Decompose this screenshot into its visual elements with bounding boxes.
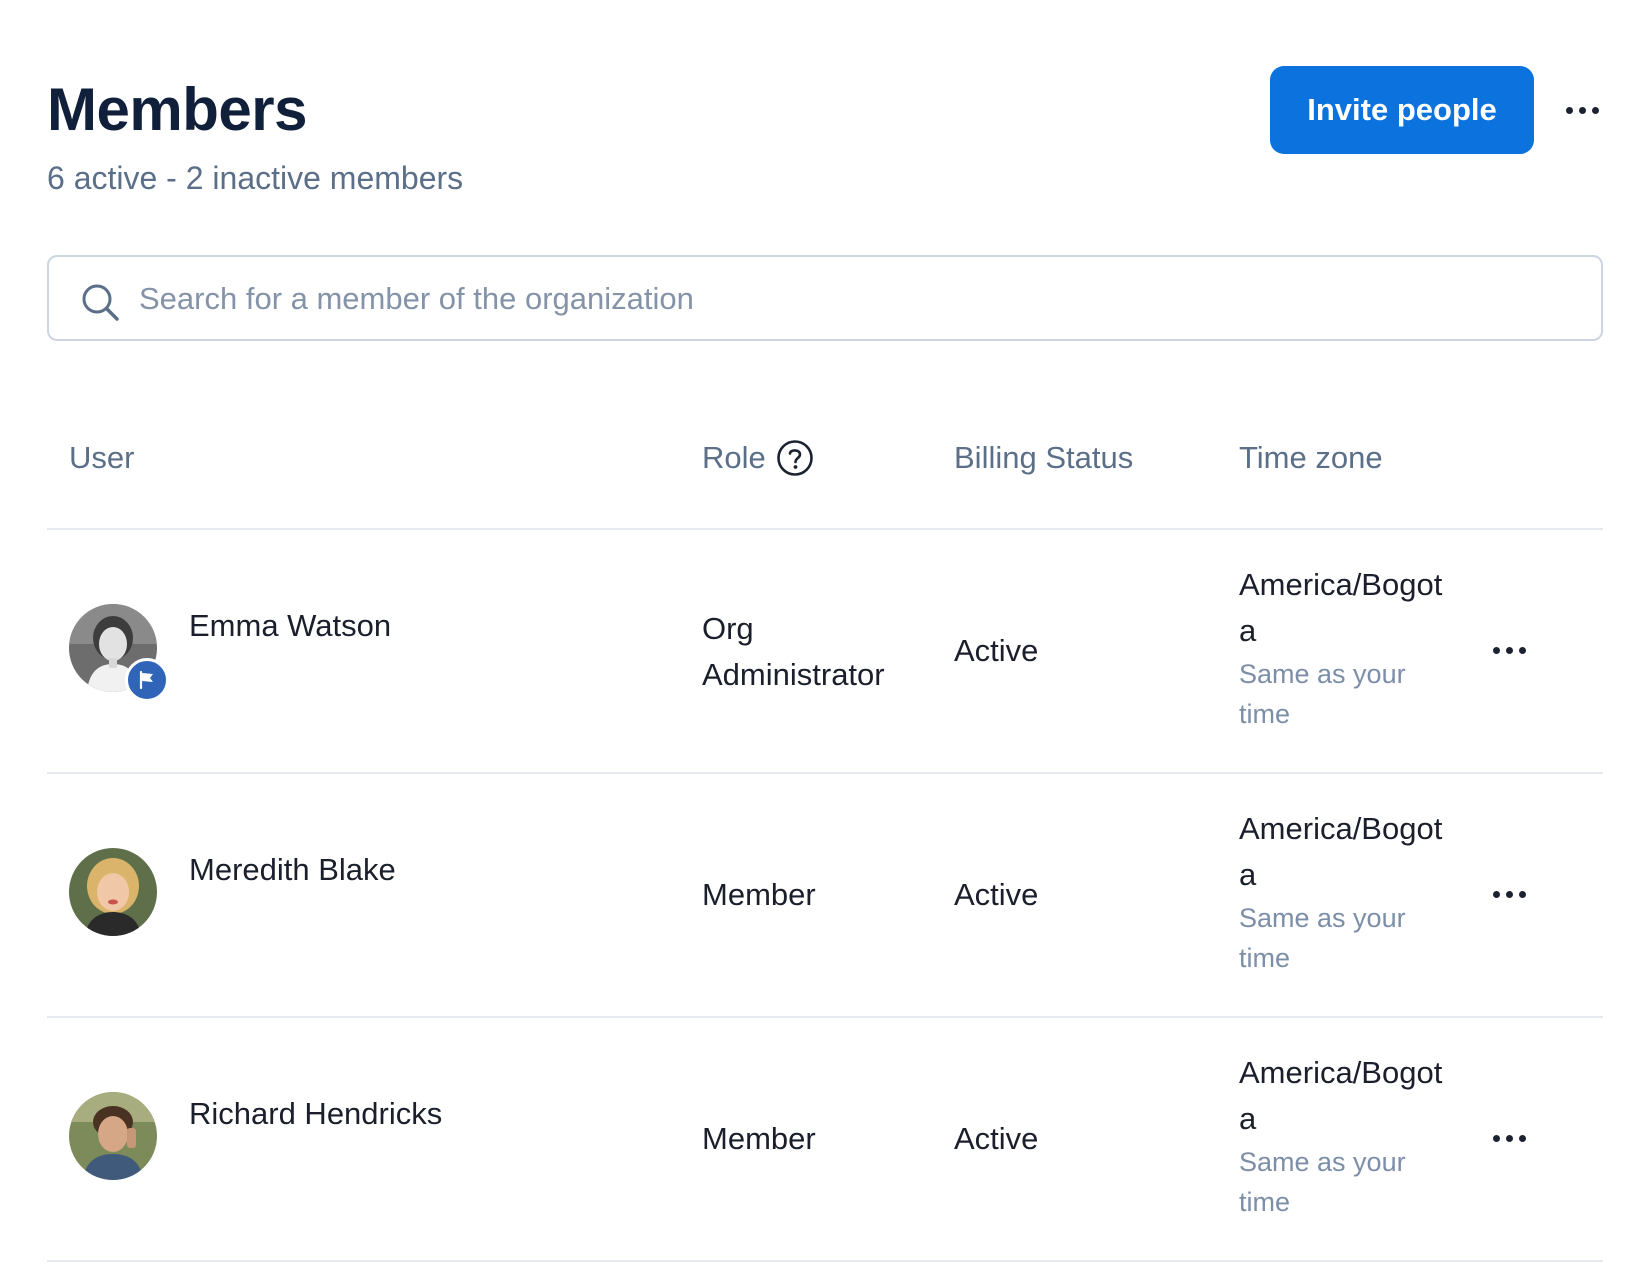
role-cell: Member — [702, 877, 816, 912]
time-zone-cell: America/Bogota Same as your time — [1239, 562, 1454, 734]
search-input[interactable] — [137, 267, 1581, 331]
member-count-summary: 6 active - 2 inactive members — [47, 160, 464, 196]
column-header-role: Role — [702, 438, 814, 478]
row-actions-icon[interactable] — [1484, 1118, 1534, 1158]
flag-icon — [125, 658, 169, 702]
role-cell: Org Administrator — [702, 611, 885, 692]
table-row[interactable]: Meredith Blake Member Active America/Bog… — [47, 774, 1603, 1018]
page-title: Members — [47, 76, 307, 143]
time-zone-note: Same as your time — [1239, 1147, 1406, 1217]
search-icon — [81, 283, 121, 323]
avatar — [69, 1092, 157, 1180]
time-zone-note: Same as your time — [1239, 659, 1406, 729]
billing-status-cell: Active — [954, 633, 1039, 668]
billing-status-cell: Active — [954, 877, 1039, 912]
page-header: Members 6 active - 2 inactive members In… — [47, 60, 1602, 210]
time-zone-cell: America/Bogota Same as your time — [1239, 806, 1454, 978]
search-box[interactable] — [47, 255, 1603, 341]
role-cell: Member — [702, 1121, 816, 1156]
row-actions-icon[interactable] — [1484, 630, 1534, 670]
time-zone-name: America/Bogota — [1239, 811, 1443, 892]
question-circle-icon[interactable] — [776, 439, 814, 477]
more-options-icon[interactable] — [1557, 88, 1607, 132]
column-header-user: User — [69, 440, 135, 475]
user-name: Emma Watson — [189, 608, 392, 643]
table-row[interactable]: Richard Hendricks Member Active America/… — [47, 1018, 1603, 1262]
avatar — [69, 848, 157, 936]
time-zone-name: America/Bogota — [1239, 567, 1443, 648]
table-row[interactable]: Emma Watson Org Administrator Active Ame… — [47, 530, 1603, 774]
column-header-time-zone: Time zone — [1239, 440, 1383, 475]
table-header: User Role Billing Status Time zone — [47, 400, 1603, 530]
invite-people-button[interactable]: Invite people — [1270, 66, 1534, 154]
time-zone-name: America/Bogota — [1239, 1055, 1443, 1136]
time-zone-note: Same as your time — [1239, 903, 1406, 973]
row-actions-icon[interactable] — [1484, 874, 1534, 914]
user-name: Meredith Blake — [189, 852, 396, 887]
members-table: User Role Billing Status Time zone Emma … — [47, 400, 1603, 1262]
billing-status-cell: Active — [954, 1121, 1039, 1156]
column-header-billing-status: Billing Status — [954, 440, 1134, 475]
time-zone-cell: America/Bogota Same as your time — [1239, 1050, 1454, 1222]
user-name: Richard Hendricks — [189, 1096, 443, 1131]
